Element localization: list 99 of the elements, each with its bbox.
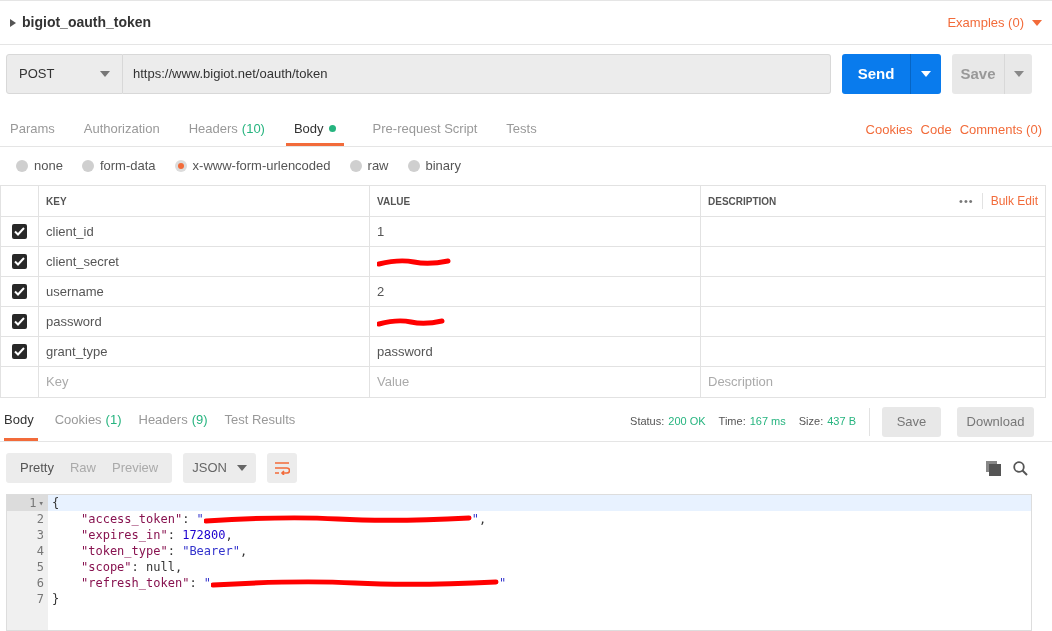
- json-value: 172800: [182, 527, 226, 543]
- radio-label[interactable]: binary: [425, 156, 461, 176]
- link[interactable]: Cookies: [865, 120, 913, 140]
- line-number: 2: [36, 511, 44, 527]
- link[interactable]: Code: [920, 120, 952, 140]
- link[interactable]: Comments (0): [959, 120, 1042, 140]
- checkbox[interactable]: [12, 314, 27, 329]
- request-tab[interactable]: Body: [285, 114, 344, 146]
- json-separator: :: [189, 575, 198, 591]
- input-field[interactable]: Key: [46, 372, 362, 392]
- request-tab[interactable]: Authorization: [83, 114, 160, 146]
- line-number: 4: [36, 543, 44, 559]
- table-cell-text: 1: [377, 222, 385, 241]
- json-key: "refresh_token": [81, 575, 190, 591]
- code-text: }: [52, 591, 60, 607]
- save-button[interactable]: Save: [882, 406, 941, 437]
- json-punctuation: ,: [239, 543, 248, 559]
- column-header: DESCRIPTION: [708, 194, 777, 209]
- method-dropdown[interactable]: POST: [6, 54, 123, 94]
- radio-button[interactable]: [349, 160, 362, 172]
- download-button[interactable]: Download: [957, 406, 1034, 437]
- json-punctuation: ,: [174, 559, 183, 575]
- radio-button[interactable]: [16, 160, 28, 172]
- fold-toggle[interactable]: ▾: [38, 495, 44, 511]
- radio-label[interactable]: form-data: [99, 156, 156, 176]
- response-tab[interactable]: Test Results: [224, 402, 296, 441]
- json-separator: :: [182, 511, 191, 527]
- json-value: null: [146, 559, 175, 575]
- line-number: 5: [36, 559, 44, 575]
- quote-mark: ": [471, 511, 480, 527]
- json-separator: :: [167, 527, 176, 543]
- table-cell-text: grant_type: [46, 342, 108, 361]
- quote-mark: ": [203, 575, 212, 591]
- caret-icon: [100, 71, 110, 77]
- radio-label[interactable]: x-www-form-urlencoded: [192, 156, 331, 176]
- stat-value: 167 ms: [749, 414, 786, 430]
- json-value: "Bearer": [182, 543, 240, 559]
- json-punctuation: ,: [479, 511, 487, 527]
- json-punctuation: ,: [225, 527, 233, 543]
- line-number: 7: [36, 591, 44, 607]
- stat-value: 200 OK: [668, 414, 706, 430]
- checkbox[interactable]: [12, 224, 27, 239]
- column-header: KEY: [46, 194, 67, 209]
- view-mode-tab[interactable]: Pretty: [12, 458, 62, 478]
- checkbox[interactable]: [12, 284, 27, 299]
- input-field[interactable]: Value: [377, 372, 693, 392]
- format-dropdown[interactable]: JSON: [183, 453, 257, 483]
- radio-label[interactable]: raw: [367, 156, 389, 176]
- code-text: {: [52, 495, 60, 511]
- copy-icon[interactable]: [986, 460, 1001, 476]
- caret-icon: [1013, 71, 1024, 77]
- request-name: bigiot_oauth_token: [22, 13, 152, 32]
- caret-icon: [237, 465, 248, 471]
- examples-link[interactable]: Examples (0): [947, 12, 1024, 33]
- stat-value: 437 B: [827, 414, 856, 430]
- json-key: "scope": [81, 559, 132, 575]
- request-tab[interactable]: Headers (10): [188, 114, 265, 146]
- response-tab[interactable]: Headers (9): [138, 402, 208, 441]
- stat-label: Status:: [630, 414, 665, 430]
- caret-icon: [1032, 19, 1042, 26]
- line-number: 1: [29, 495, 37, 511]
- json-key: "expires_in": [81, 527, 168, 543]
- radio-button[interactable]: [81, 160, 94, 172]
- search-icon[interactable]: [1013, 460, 1028, 476]
- line-number: 6: [36, 575, 44, 591]
- quote-mark: ": [196, 511, 204, 527]
- column-header: VALUE: [377, 194, 411, 209]
- table-cell-text: 2: [377, 282, 385, 301]
- table-cell-text: password: [377, 342, 433, 361]
- radio-button[interactable]: [174, 160, 187, 172]
- request-tab[interactable]: Tests: [506, 114, 537, 146]
- table-cell-text: password: [46, 312, 102, 331]
- json-key: "token_type": [81, 543, 168, 559]
- table-cell-text: client_id: [46, 222, 94, 241]
- request-tab[interactable]: Pre-request Script: [372, 114, 478, 146]
- radio-button[interactable]: [407, 160, 420, 172]
- view-mode-tab[interactable]: Raw: [61, 458, 104, 478]
- radio-label[interactable]: none: [34, 156, 63, 176]
- checkbox[interactable]: [12, 344, 27, 359]
- expand-icon[interactable]: [10, 18, 16, 27]
- line-number: 3: [36, 527, 44, 543]
- stat-label: Time:: [718, 414, 746, 430]
- view-mode-tab[interactable]: Preview: [104, 458, 167, 478]
- stat-label: Size:: [798, 414, 824, 430]
- json-key: "access_token": [81, 511, 183, 527]
- bulk-edit-link[interactable]: Bulk Edit: [982, 192, 1038, 210]
- more-button[interactable]: •••: [951, 192, 983, 210]
- request-tab[interactable]: Params: [10, 114, 55, 146]
- table-cell-text: client_secret: [46, 252, 119, 271]
- url-field[interactable]: https://www.bigiot.net/oauth/token: [123, 54, 831, 94]
- json-separator: :: [167, 543, 176, 559]
- checkbox[interactable]: [12, 254, 27, 269]
- caret-icon: [921, 71, 931, 77]
- quote-mark: ": [499, 575, 507, 591]
- table-cell-text: username: [46, 282, 104, 301]
- json-separator: :: [131, 559, 140, 575]
- response-tab[interactable]: Body: [4, 402, 38, 441]
- input-field[interactable]: Description: [708, 372, 1038, 392]
- response-tab[interactable]: Cookies (1): [54, 402, 122, 441]
